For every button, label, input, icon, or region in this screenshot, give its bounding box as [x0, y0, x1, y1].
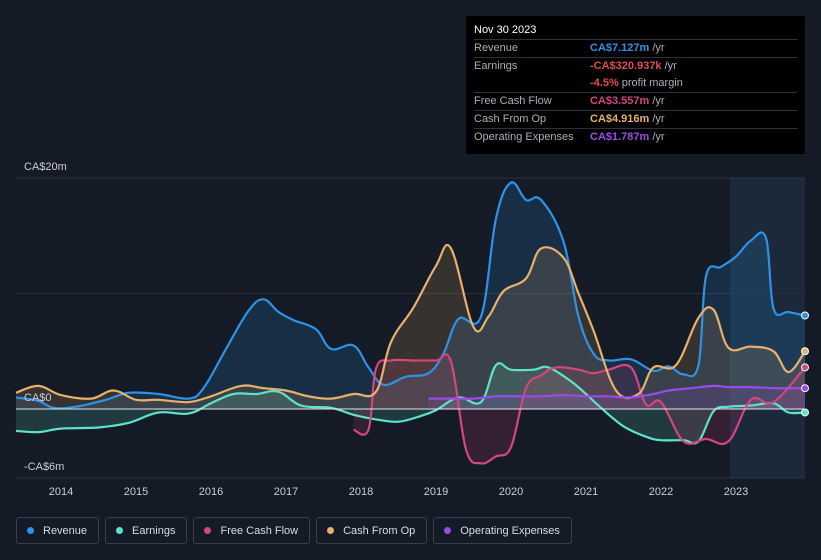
legend-item-operating-expenses[interactable]: Operating Expenses [433, 517, 572, 544]
tooltip-row: Earnings -CA$320.937k/yr [474, 57, 797, 75]
tooltip-row-unit: /yr [652, 131, 665, 143]
tooltip-row-label: Revenue [474, 42, 519, 54]
tooltip-row-unit: /yr [652, 42, 665, 54]
legend-item-cash-from-op[interactable]: Cash From Op [316, 517, 428, 544]
legend-dot-icon [27, 527, 34, 534]
tooltip-row: Operating Expenses CA$1.787m/yr [474, 128, 797, 146]
free-cash-flow-end-point [801, 363, 809, 372]
operating-expenses-end-point [801, 384, 809, 393]
tooltip-row-label: Earnings [474, 60, 518, 72]
legend-dot-icon [444, 527, 452, 534]
tooltip-row-value: CA$4.916m [590, 113, 650, 125]
x-tick-label: 2019 [424, 486, 448, 498]
tooltip-row-value: CA$3.557m [590, 95, 650, 107]
x-tick-label: 2016 [199, 486, 223, 498]
tooltip-row-unit: /yr [664, 60, 677, 72]
x-tick-label: 2018 [349, 486, 373, 498]
tooltip-row-value: CA$1.787m [590, 131, 650, 143]
x-tick-label: 2020 [499, 486, 523, 498]
legend-label: Cash From Op [343, 524, 416, 537]
legend-label: Free Cash Flow [220, 524, 299, 537]
tooltip-panel: Nov 30 2023 Revenue CA$7.127m/yr Earnings -… [466, 16, 805, 154]
tooltip-date: Nov 30 2023 [474, 24, 537, 36]
cash-from-op-area [16, 244, 805, 409]
legend-label: Earnings [132, 524, 176, 537]
tooltip-row: Free Cash Flow CA$3.557m/yr [474, 92, 797, 110]
x-tick-label: 2021 [574, 486, 598, 498]
tooltip-row-label [474, 75, 590, 92]
legend-item-free-cash-flow[interactable]: Free Cash Flow [193, 517, 311, 544]
legend: Revenue Earnings Free Cash Flow Cash From O… [16, 517, 578, 546]
legend-dot-icon [327, 527, 335, 534]
x-tick-label: 2017 [274, 486, 298, 498]
tooltip-row-value: -CA$320.937k [590, 60, 662, 72]
x-tick-label: 2015 [124, 486, 148, 498]
tooltip-row-label: Free Cash Flow [474, 95, 552, 107]
y-tick-label: CA$0 [24, 392, 52, 404]
tooltip-row: Cash From Op CA$4.916m/yr [474, 110, 797, 128]
tooltip-row: -4.5% profit margin [474, 75, 797, 92]
legend-item-earnings[interactable]: Earnings [105, 517, 188, 544]
tooltip-row: Revenue CA$7.127m/yr [474, 39, 797, 57]
legend-item-revenue[interactable]: Revenue [16, 517, 100, 544]
tooltip-row-label: Cash From Op [474, 113, 547, 125]
tooltip-row-label: Operating Expenses [474, 131, 574, 143]
tooltip-row-unit: /yr [652, 95, 665, 107]
x-tick-label: 2014 [49, 486, 73, 498]
legend-label: Revenue [43, 524, 88, 537]
legend-label: Operating Expenses [460, 524, 560, 537]
legend-dot-icon [204, 527, 212, 534]
tooltip-row-value: CA$7.127m [590, 42, 650, 54]
legend-dot-icon [116, 527, 124, 534]
cash-from-op-end-point [801, 347, 809, 356]
x-tick-label: 2023 [724, 486, 748, 498]
tooltip-row-unit: profit margin [621, 77, 683, 89]
revenue-end-point [801, 311, 809, 320]
tooltip-row-value: -4.5% [590, 77, 619, 89]
x-tick-label: 2022 [649, 486, 673, 498]
tooltip-row-unit: /yr [652, 113, 665, 125]
earnings-end-point [801, 408, 809, 417]
y-tick-label: CA$20m [24, 161, 67, 173]
y-tick-label: -CA$6m [24, 461, 64, 473]
